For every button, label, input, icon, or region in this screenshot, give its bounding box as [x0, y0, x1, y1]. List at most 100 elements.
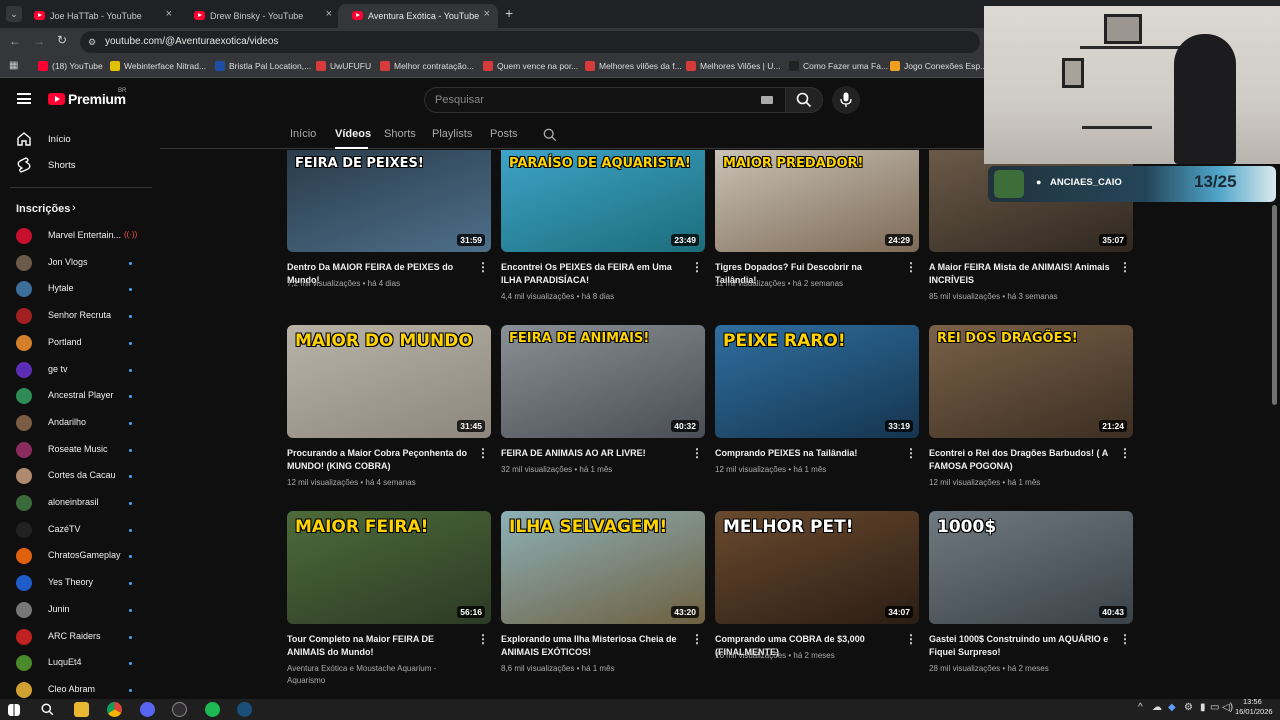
voice-search-button[interactable] [832, 86, 860, 114]
clock-date[interactable]: 16/01/2026 [1235, 707, 1273, 716]
sidebar-item-channel[interactable]: Marvel Entertain... ((·)) [0, 228, 160, 248]
bookmark-item[interactable]: Como Fazer uma Fa... [789, 61, 888, 71]
video-title[interactable]: A Maior FEIRA Mista de ANIMAIS! Animais … [929, 261, 1115, 287]
cloud-icon[interactable]: ☁ [1152, 702, 1162, 713]
video-title[interactable]: Encontrei Os PEIXES da FEIRA em Uma ILHA… [501, 261, 687, 287]
bookmark-item[interactable]: Quem vence na por... [483, 61, 578, 71]
video-title[interactable]: Econtrei o Rei dos Dragões Barbudos! ( A… [929, 447, 1115, 473]
sidebar-item-channel[interactable]: aloneinbrasil [0, 495, 160, 515]
video-card[interactable]: 1000$ 40:43 Gastei 1000$ Construindo um AQ… [929, 511, 1133, 681]
bookmark-item[interactable]: (18) YouTube [38, 61, 103, 71]
tray-chevron-icon[interactable]: ^ [1138, 702, 1143, 713]
volume-icon[interactable]: ◁) [1222, 702, 1233, 713]
video-card[interactable]: PARAÍSO DE AQUARISTA! 23:49 Encontrei Os P… [501, 139, 705, 309]
file-explorer-icon[interactable] [74, 702, 89, 717]
video-thumbnail[interactable]: MELHOR PET! 34:07 [715, 511, 919, 624]
more-options-icon[interactable]: ⋮ [905, 632, 917, 646]
forward-icon[interactable]: → [33, 34, 45, 48]
menu-icon[interactable] [17, 93, 31, 104]
video-thumbnail[interactable]: MAIOR DO MUNDO 31:45 [287, 325, 491, 438]
more-options-icon[interactable]: ⋮ [691, 632, 703, 646]
search-button[interactable] [785, 87, 823, 113]
bookmark-item[interactable]: Jogo Conexões Esp... [890, 61, 987, 71]
browser-tab-2[interactable]: Drew Binsky - YouTube × [180, 4, 340, 28]
video-title[interactable]: Explorando uma Ilha Misteriosa Cheia de … [501, 633, 687, 659]
chevron-right-icon[interactable]: › [72, 202, 76, 214]
microphone-icon[interactable]: ▮ [1200, 702, 1206, 713]
discord-icon[interactable] [140, 702, 155, 717]
bookmark-item[interactable]: Melhor contratação... [380, 61, 474, 71]
video-card[interactable]: REI DOS DRAGÕES! 21:24 Econtrei o Rei dos … [929, 325, 1133, 495]
video-thumbnail[interactable]: FEIRA DE PEIXES! 31:59 [287, 150, 491, 252]
more-options-icon[interactable]: ⋮ [1119, 446, 1131, 460]
video-title[interactable]: Procurando a Maior Cobra Peçonhenta do M… [287, 447, 473, 473]
sidebar-item-channel[interactable]: Senhor Recruta [0, 308, 160, 328]
video-card[interactable]: MAIOR DO MUNDO 31:45 Procurando a Maior Co… [287, 325, 491, 495]
video-thumbnail[interactable]: ILHA SELVAGEM! 43:20 [501, 511, 705, 624]
video-title[interactable]: Comprando PEIXES na Tailândia! [715, 447, 901, 460]
video-title[interactable]: FEIRA DE ANIMAIS AO AR LIVRE! [501, 447, 687, 460]
sidebar-item-channel[interactable]: Ancestral Player [0, 388, 160, 408]
more-options-icon[interactable]: ⋮ [691, 446, 703, 460]
video-title[interactable]: Tour Completo na Maior FEIRA DE ANIMAIS … [287, 633, 473, 659]
sidebar-item-channel[interactable]: Cortes da Cacau [0, 468, 160, 488]
url-field[interactable]: ⚙ youtube.com/@Aventuraexotica/videos [80, 31, 980, 53]
network-icon[interactable]: ▭ [1210, 702, 1219, 713]
subscriptions-header[interactable]: Inscrições [16, 203, 70, 215]
clock-time[interactable]: 13:56 [1243, 697, 1262, 706]
site-info-icon[interactable]: ⚙ [88, 31, 96, 53]
obs-icon[interactable] [172, 702, 187, 717]
sidebar-item-channel[interactable]: Portland [0, 334, 160, 355]
video-thumbnail[interactable]: 1000$ 40:43 [929, 511, 1133, 624]
bookmark-item[interactable]: Bristla Pal Location,... [215, 61, 311, 71]
browser-tab-1[interactable]: Joe HaTTab - YouTube × [20, 4, 180, 28]
video-card[interactable]: MELHOR PET! 34:07 Comprando uma COBRA de $… [715, 511, 919, 681]
bookmark-item[interactable]: Webinterface Nitrad... [110, 61, 206, 71]
more-options-icon[interactable]: ⋮ [905, 260, 917, 274]
close-tab-icon[interactable]: × [166, 8, 172, 20]
video-card[interactable]: FEIRA DE PEIXES! 31:59 Dentro Da MAIOR FEI… [287, 139, 491, 309]
new-tab-button[interactable]: + [505, 5, 513, 21]
sidebar-item-channel[interactable]: ChratosGameplay [0, 548, 160, 568]
video-card[interactable]: PEIXE RARO! 33:19 Comprando PEIXES na Tail… [715, 325, 919, 495]
close-tab-icon[interactable]: × [326, 8, 332, 20]
sidebar-item-channel[interactable]: Jon Vlogs [0, 254, 160, 275]
keyboard-icon[interactable] [761, 96, 773, 104]
video-card[interactable]: MAIOR PREDADOR! 24:29 Tigres Dopados? Fui … [715, 139, 919, 309]
sidebar-item-channel[interactable]: Andarilho [0, 414, 160, 435]
more-options-icon[interactable]: ⋮ [477, 260, 489, 274]
tray-app-icon[interactable]: ⚙ [1184, 702, 1193, 713]
sidebar-item-home[interactable]: Início [48, 134, 71, 145]
video-thumbnail[interactable]: PARAÍSO DE AQUARISTA! 23:49 [501, 150, 705, 252]
spotify-icon[interactable] [205, 702, 220, 717]
chrome-icon[interactable] [107, 702, 122, 717]
bookmark-item[interactable]: UwUFUFU [316, 61, 371, 71]
more-options-icon[interactable]: ⋮ [477, 446, 489, 460]
video-title[interactable]: Gastei 1000$ Construindo um AQUÁRIO e Fi… [929, 633, 1115, 659]
more-options-icon[interactable]: ⋮ [1119, 260, 1131, 274]
browser-tab-3[interactable]: Aventura Exótica - YouTube × [338, 4, 498, 28]
more-options-icon[interactable]: ⋮ [477, 632, 489, 646]
more-options-icon[interactable]: ⋮ [905, 446, 917, 460]
reload-icon[interactable]: ↻ [57, 33, 67, 47]
video-card[interactable]: MAIOR FEIRA! 56:16 Tour Completo na Maior … [287, 511, 491, 685]
bookmark-item[interactable]: Melhores vilões da f... [585, 61, 682, 71]
page-scrollbar[interactable] [1272, 205, 1277, 405]
sidebar-item-channel[interactable]: ARC Raiders [0, 628, 160, 649]
video-card[interactable]: 35:07 A Maior FEIRA Mista de ANIMAIS! Ani… [929, 139, 1133, 309]
video-thumbnail[interactable]: PEIXE RARO! 33:19 [715, 325, 919, 438]
more-options-icon[interactable]: ⋮ [691, 260, 703, 274]
sidebar-item-channel[interactable]: CazéTV [0, 521, 160, 542]
steam-icon[interactable] [237, 702, 252, 717]
sidebar-item-channel[interactable]: Junin [0, 601, 160, 622]
sidebar-item-channel[interactable]: Hytale [0, 281, 160, 301]
sidebar-item-channel[interactable]: LuquEt4 [0, 655, 160, 675]
back-icon[interactable]: ← [9, 34, 21, 48]
video-thumbnail[interactable]: MAIOR FEIRA! 56:16 [287, 511, 491, 624]
video-thumbnail[interactable]: FEIRA DE ANIMAIS! 40:32 [501, 325, 705, 438]
video-thumbnail[interactable]: REI DOS DRAGÕES! 21:24 [929, 325, 1133, 438]
bookmark-item[interactable]: Melhores Vilões | U... [686, 61, 780, 71]
search-icon[interactable] [41, 703, 54, 716]
video-thumbnail[interactable]: MAIOR PREDADOR! 24:29 [715, 150, 919, 252]
sidebar-item-shorts[interactable]: Shorts [48, 160, 75, 171]
